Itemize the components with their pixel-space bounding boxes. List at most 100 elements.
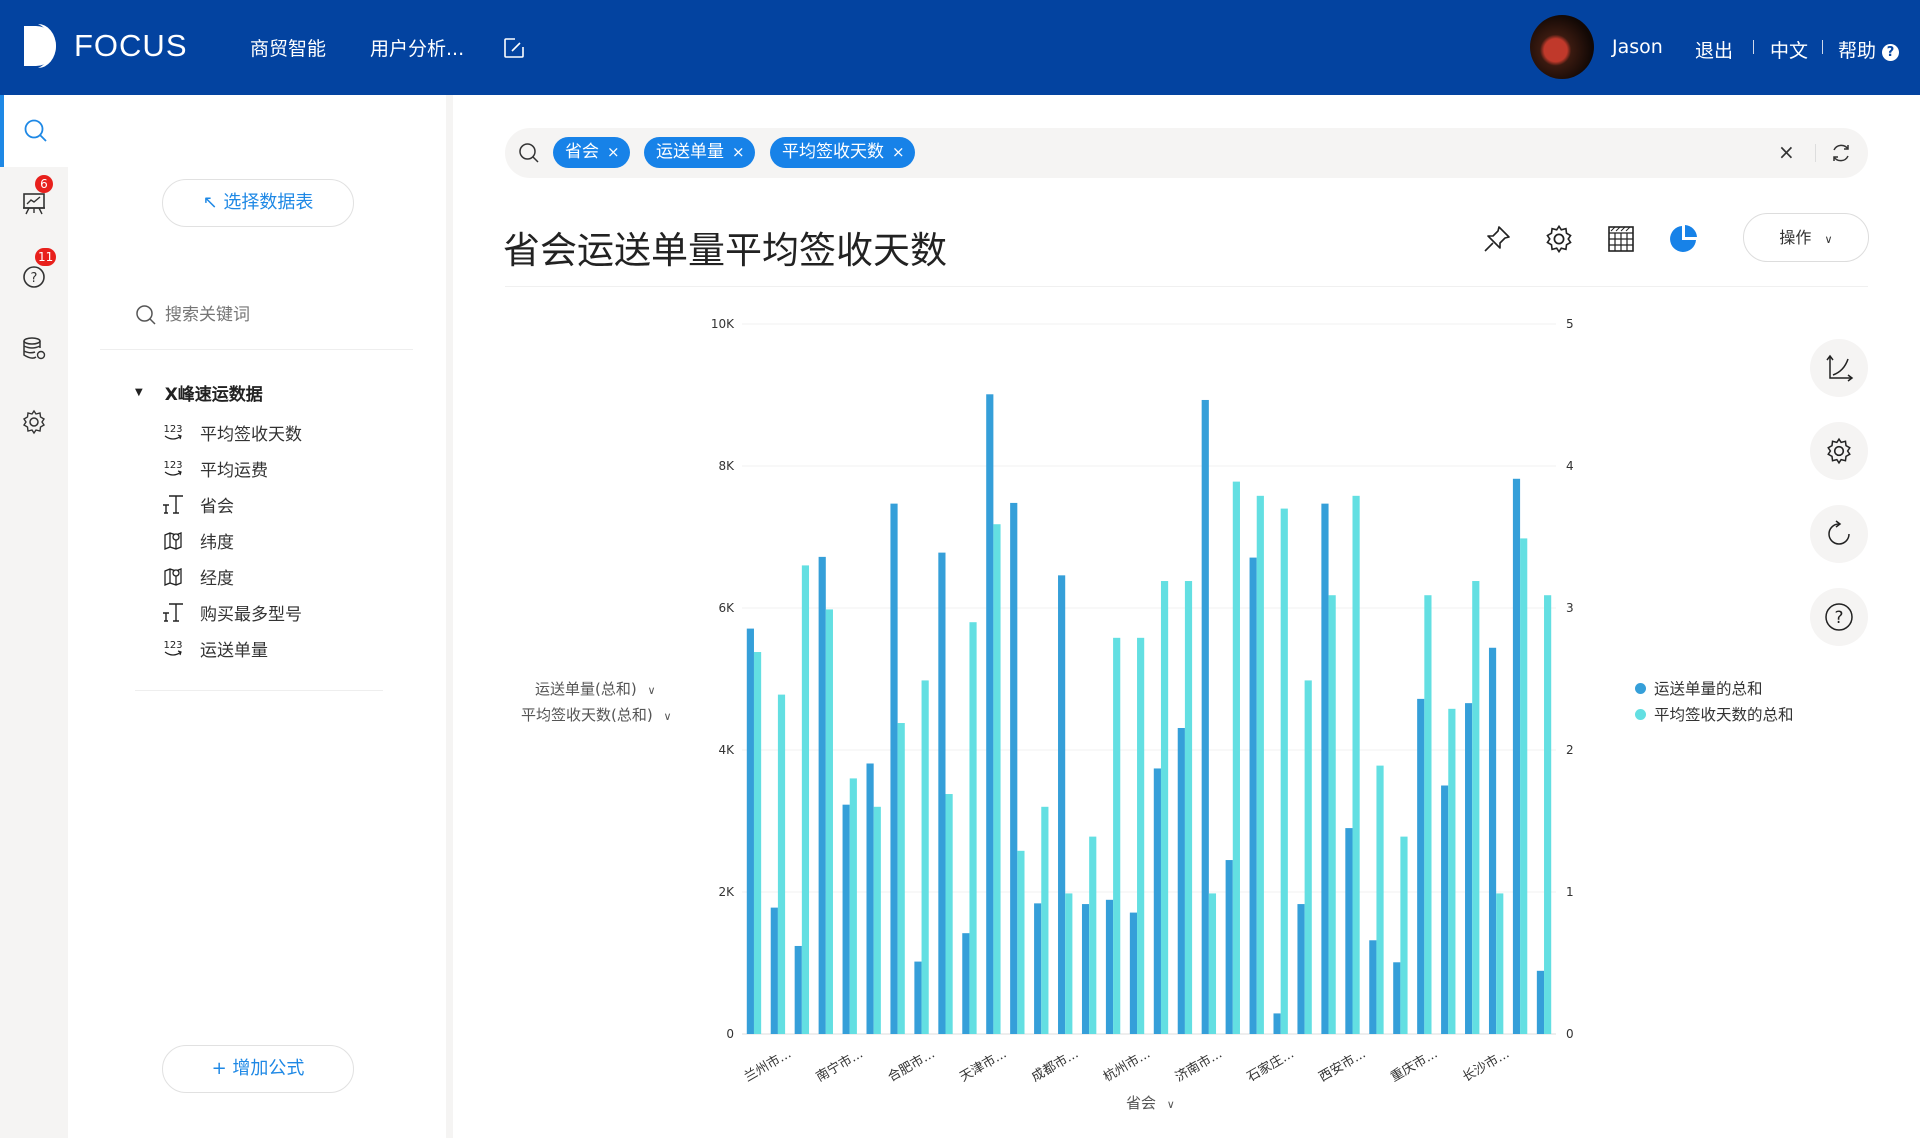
bar-shipments: [1345, 828, 1353, 1034]
help-link[interactable]: 帮助?: [1838, 36, 1900, 63]
grid-lines: [742, 323, 1556, 1035]
y-tick-label-left: 6K: [718, 601, 735, 615]
table-view-button[interactable]: [1604, 222, 1638, 256]
remove-token-icon[interactable]: ×: [732, 143, 745, 161]
operations-dropdown[interactable]: 操作 ∨: [1743, 213, 1869, 262]
x-tick-label: 济南市...: [1172, 1046, 1225, 1086]
field-label: 购买最多型号: [200, 604, 302, 625]
x-tick-label: 长沙市...: [1460, 1046, 1513, 1086]
caret-down-icon[interactable]: ▼: [135, 387, 143, 398]
language-switch[interactable]: 中文: [1770, 36, 1808, 63]
user-avatar[interactable]: [1530, 15, 1594, 79]
bar-shipments: [890, 503, 898, 1034]
search-token[interactable]: 平均签收天数 ×: [770, 137, 915, 168]
token-label: 运送单量: [656, 142, 724, 162]
rail-settings[interactable]: [0, 386, 68, 458]
legend-item[interactable]: 运送单量的总和: [1635, 677, 1763, 699]
chart-settings-button[interactable]: [1542, 222, 1576, 256]
field-item[interactable]: 123 运送单量: [162, 634, 268, 662]
pin-button[interactable]: [1480, 222, 1514, 256]
field-label: 平均运费: [200, 460, 268, 481]
bar-shipments: [866, 763, 874, 1034]
search-token[interactable]: 运送单量 ×: [644, 137, 755, 168]
bar-avg-days: [753, 652, 762, 1034]
nav-business-intelligence[interactable]: 商贸智能: [250, 34, 326, 61]
bar-avg-days: [873, 806, 881, 1034]
bar-avg-days: [777, 694, 786, 1034]
header-divider: [1822, 40, 1823, 54]
svg-text:?: ?: [1834, 608, 1843, 628]
rail-search[interactable]: [0, 95, 68, 167]
text-field-icon: [162, 601, 184, 623]
user-name[interactable]: Jason: [1612, 36, 1663, 58]
database-settings-icon: [23, 337, 46, 360]
bars: [746, 394, 1552, 1035]
field-item[interactable]: 购买最多型号: [162, 598, 302, 626]
clear-search-icon[interactable]: ×: [1778, 140, 1795, 164]
table-tree-node[interactable]: ▼ X峰速运数据: [135, 380, 263, 405]
chart-help-button[interactable]: ?: [1810, 588, 1868, 646]
keyword-search[interactable]: [135, 300, 405, 330]
bar-shipments: [842, 804, 850, 1034]
remove-token-icon[interactable]: ×: [607, 143, 620, 161]
legend-swatch: [1635, 682, 1646, 694]
y-axis-selector-left[interactable]: 运送单量(总和) ∨: [535, 678, 656, 699]
edit-icon[interactable]: [503, 37, 525, 59]
x-tick-label: 合肥市...: [885, 1046, 938, 1086]
y-tick-label-right: 1: [1566, 885, 1574, 899]
focus-logo[interactable]: FOCUS: [22, 22, 188, 70]
y-axis-label: 平均签收天数(总和): [521, 706, 653, 724]
bar-avg-days: [1017, 850, 1025, 1034]
field-label: 运送单量: [200, 640, 268, 661]
bar-shipments: [1153, 768, 1161, 1034]
bar-shipments: [770, 907, 778, 1034]
pin-icon: [1484, 226, 1510, 252]
keyword-search-input[interactable]: [165, 305, 385, 325]
rail-presentation[interactable]: 6: [0, 167, 68, 239]
y-axis-selector-right[interactable]: 平均签收天数(总和) ∨: [521, 704, 672, 725]
bar-avg-days: [993, 524, 1001, 1034]
bar-avg-days: [1328, 595, 1336, 1034]
y-tick-label-left: 4K: [718, 743, 735, 757]
y-axis-label: 运送单量(总和): [535, 680, 637, 698]
field-item[interactable]: 经度: [162, 562, 234, 590]
bar-shipments: [1512, 478, 1521, 1034]
bar-shipments: [1393, 962, 1401, 1034]
bar-avg-days: [969, 622, 977, 1034]
bar-shipments: [1465, 703, 1473, 1034]
axis-settings-button[interactable]: [1810, 339, 1868, 397]
logout-link[interactable]: 退出: [1695, 36, 1733, 63]
legend-item[interactable]: 平均签收天数的总和: [1635, 703, 1794, 725]
bar-shipments: [962, 933, 970, 1034]
reload-chart-button[interactable]: [1810, 505, 1868, 563]
search-token[interactable]: 省会 ×: [553, 137, 630, 168]
chart-type-button[interactable]: [1666, 222, 1700, 256]
bar-avg-days: [1208, 893, 1217, 1034]
field-item[interactable]: 纬度: [162, 526, 234, 554]
nav-user-analysis[interactable]: 用户分析...: [370, 34, 464, 61]
search-bar[interactable]: 省会 × 运送单量 × 平均签收天数 × ×: [505, 128, 1868, 178]
field-item[interactable]: 省会: [162, 490, 234, 518]
geo-field-icon: [162, 529, 184, 551]
field-item[interactable]: 123 平均签收天数: [162, 418, 302, 446]
remove-token-icon[interactable]: ×: [892, 143, 905, 161]
bar-shipments: [1129, 912, 1138, 1034]
add-formula-button[interactable]: + 增加公式: [162, 1045, 354, 1093]
bar-avg-days: [1280, 508, 1288, 1035]
field-item[interactable]: 123 平均运费: [162, 454, 268, 482]
page-title: 省会运送单量平均签收天数: [503, 229, 947, 272]
rail-data-source[interactable]: [0, 313, 68, 385]
bar-avg-days: [801, 565, 810, 1034]
field-label: 纬度: [200, 532, 234, 553]
divider: [505, 286, 1868, 287]
gear-icon: [23, 409, 45, 435]
bar-shipments: [914, 961, 922, 1034]
rail-help[interactable]: ? 11: [0, 240, 68, 312]
legend-label: 平均签收天数的总和: [1654, 706, 1794, 724]
chart-config-button[interactable]: [1810, 422, 1868, 480]
help-label: 帮助: [1838, 40, 1877, 62]
refresh-icon[interactable]: [1830, 142, 1852, 164]
select-table-button[interactable]: ↖ 选择数据表: [162, 179, 354, 227]
svg-text:123: 123: [163, 640, 182, 651]
y-tick-label-left: 2K: [718, 885, 735, 899]
